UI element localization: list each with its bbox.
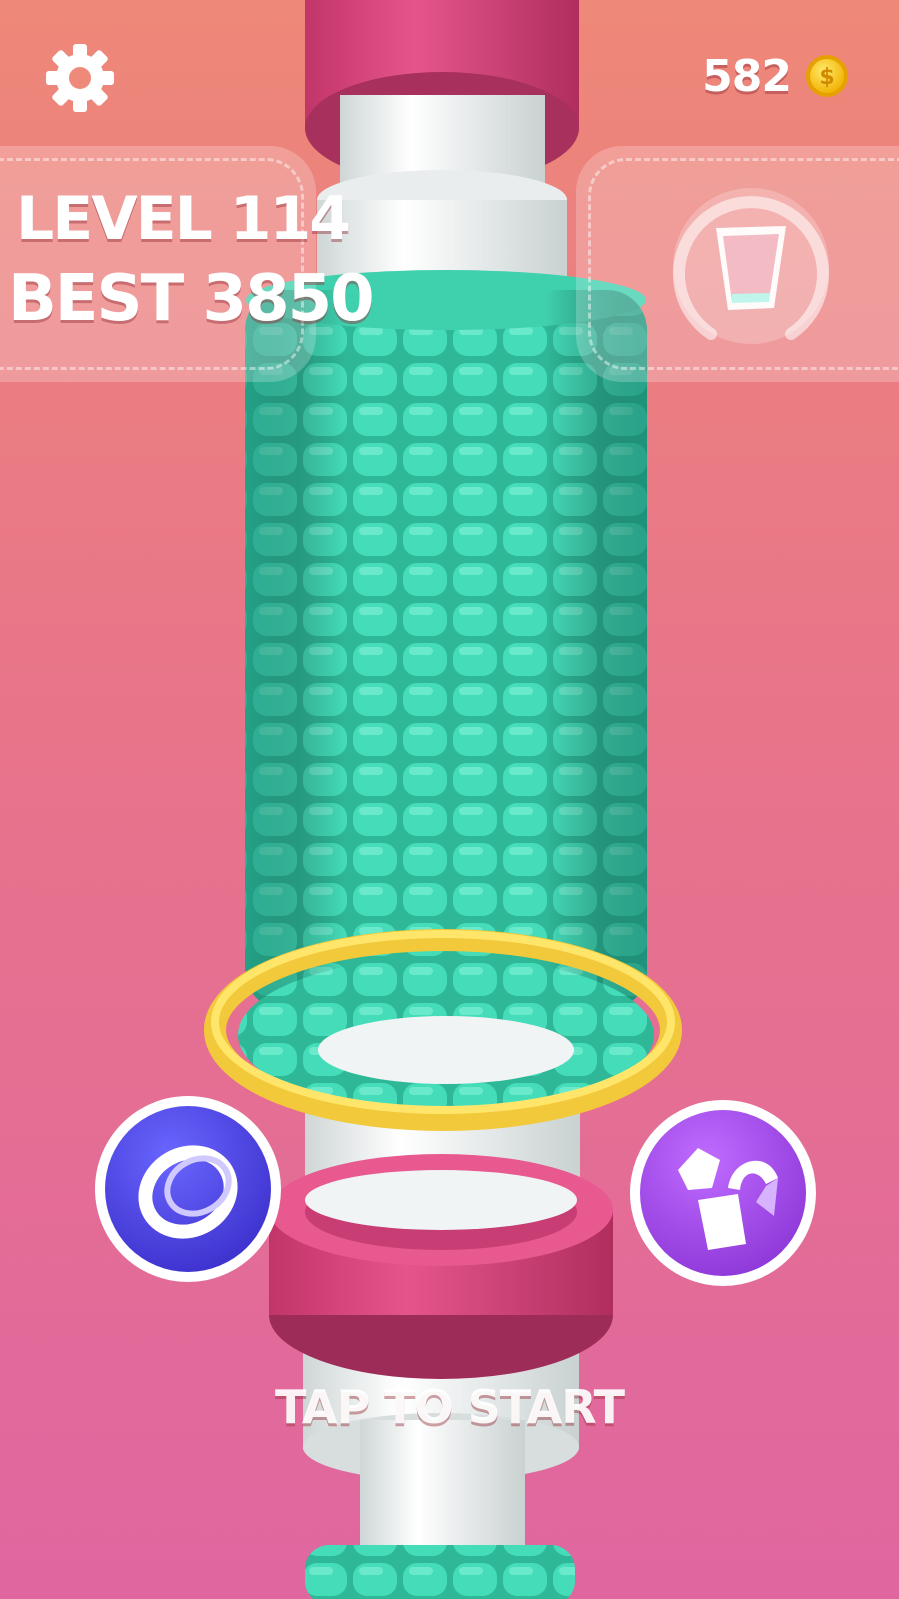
gear-icon [46,44,114,112]
level-label: LEVEL 114 [16,184,351,254]
ring-powerup-button[interactable] [93,1094,283,1284]
coin-icon: $ [806,55,848,97]
coin-count: 582 [702,50,792,102]
tap-to-start-prompt: TAP TO START [275,1380,625,1434]
corn-cylinder [238,270,654,1113]
best-score-label: BEST 3850 [8,262,375,336]
pink-collar [269,1154,613,1379]
cup-icon [716,226,786,310]
coin-counter: 582 $ [702,48,849,104]
cup-progress[interactable] [666,176,836,356]
svg-text:$: $ [819,65,834,90]
settings-button[interactable] [40,38,120,118]
magnet-powerup-button[interactable] [628,1098,818,1288]
bottom-corn [305,1545,575,1599]
